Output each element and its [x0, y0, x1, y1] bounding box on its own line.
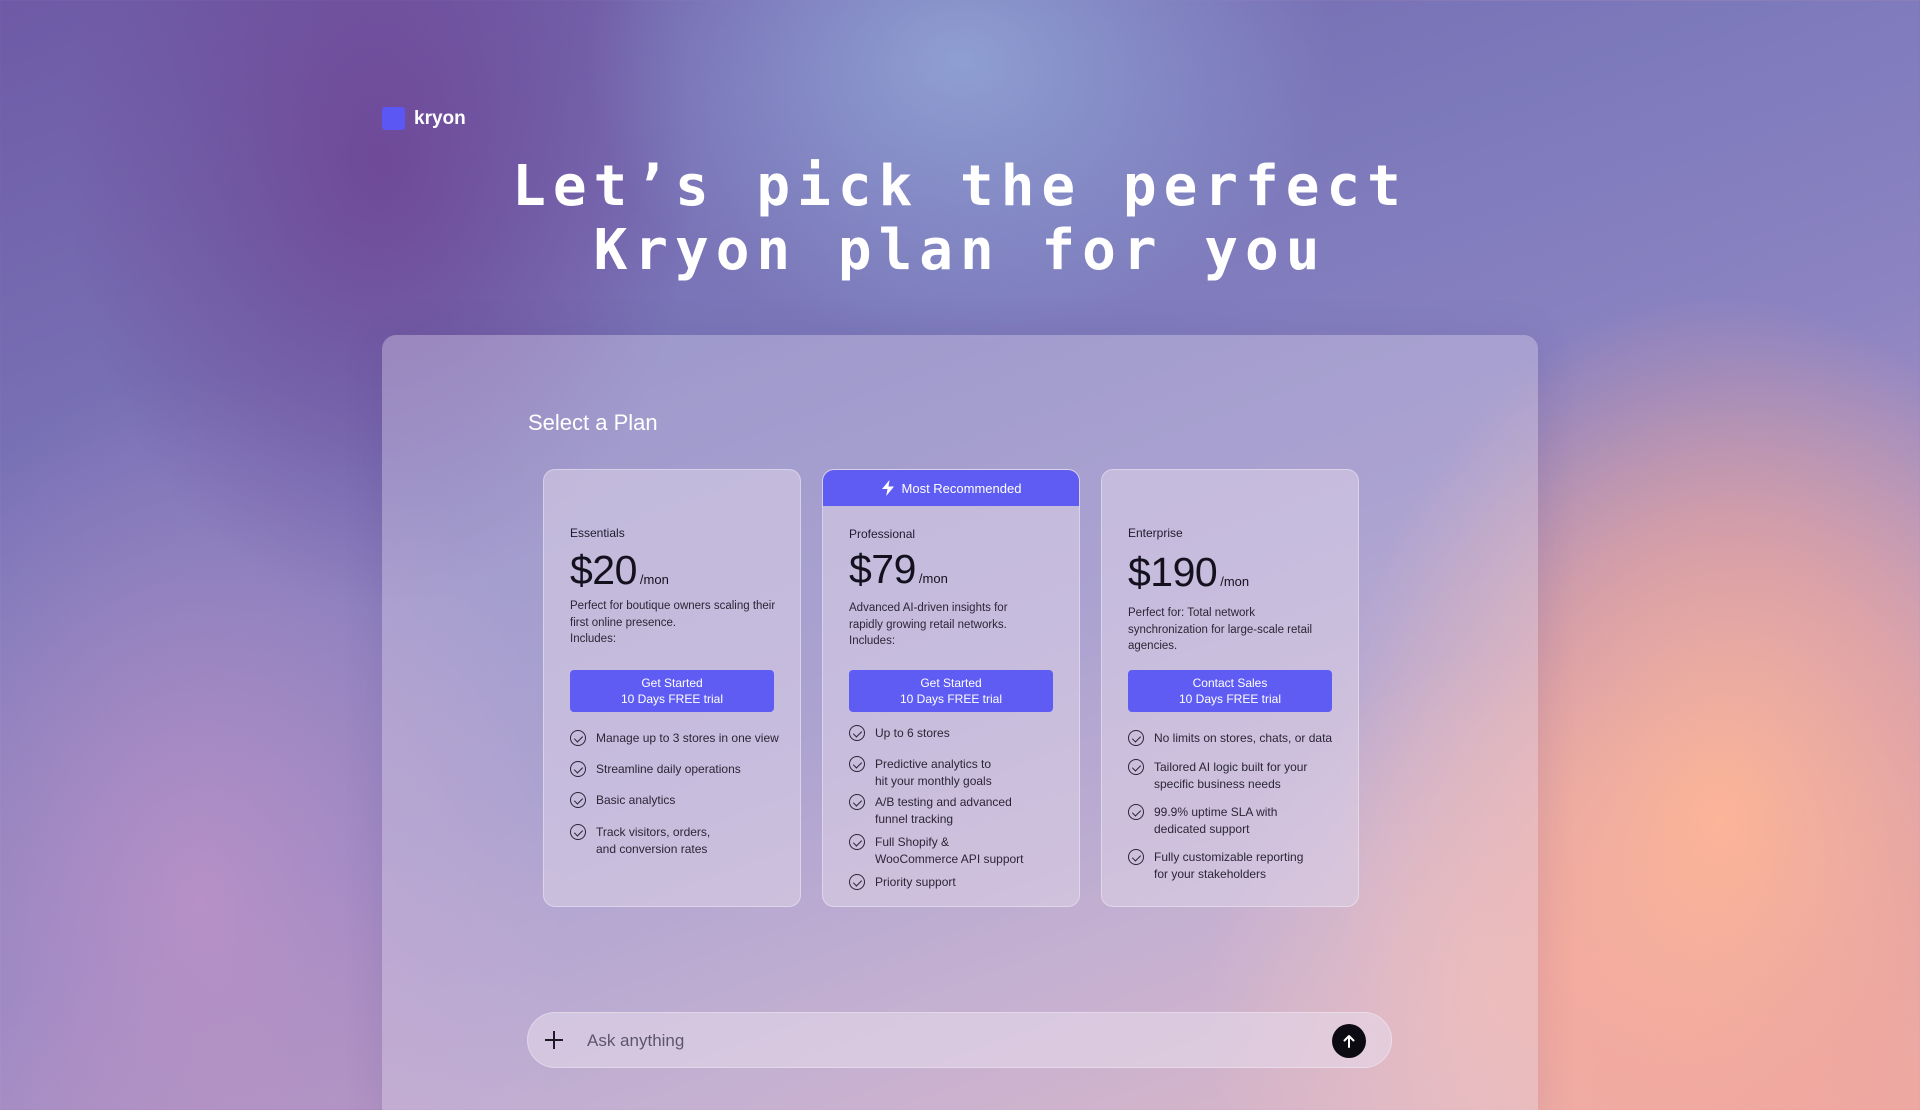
plan-period: /mon [639, 572, 669, 587]
feature-item: A/B testing and advanced funnel tracking [849, 794, 1079, 828]
badge-label: Most Recommended [901, 480, 1022, 496]
feature-item: Streamline daily operations [570, 761, 800, 778]
heading-line-2: Kryon plan for you [593, 218, 1327, 283]
send-button[interactable] [1332, 1024, 1366, 1058]
feature-item: Manage up to 3 stores in one view [570, 730, 800, 747]
feature-text: Basic analytics [596, 793, 676, 807]
brand-logo[interactable]: kryon [382, 107, 466, 130]
description-line: agencies. [1128, 640, 1178, 652]
feature-text: A/B testing and advanced funnel tracking [875, 795, 1012, 826]
feature-item: Up to 6 stores [849, 725, 1079, 742]
feature-text: Priority support [875, 875, 956, 889]
plan-description: Perfect for: Total network synchronizati… [1128, 605, 1343, 655]
feature-item: Basic analytics [570, 792, 800, 809]
check-circle-icon [849, 756, 865, 772]
feature-text: Streamline daily operations [596, 762, 741, 776]
plan-card-professional: Most Recommended Professional $79 /mon A… [822, 469, 1080, 907]
description-line: Perfect for: Total network [1128, 607, 1255, 619]
feature-item: Tailored AI logic built for your specifi… [1128, 759, 1358, 793]
chat-input[interactable] [587, 1025, 1287, 1057]
feature-item: Predictive analytics to hit your monthly… [849, 756, 1079, 790]
arrow-up-icon [1343, 1035, 1355, 1048]
feature-item: Full Shopify & WooCommerce API support [849, 834, 1079, 868]
chat-bar [527, 1012, 1392, 1068]
most-recommended-badge: Most Recommended [823, 470, 1079, 506]
plan-price-row: $190 /mon [1128, 549, 1249, 596]
plan-price: $79 [849, 546, 916, 592]
check-circle-icon [849, 794, 865, 810]
feature-text: Full Shopify & WooCommerce API support [875, 835, 1024, 866]
feature-text: Fully customizable reporting for your st… [1154, 850, 1304, 881]
plan-period: /mon [1220, 574, 1250, 589]
feature-text: 99.9% uptime SLA with dedicated support [1154, 805, 1278, 836]
check-circle-icon [1128, 759, 1144, 775]
check-circle-icon [1128, 804, 1144, 820]
feature-item: Fully customizable reporting for your st… [1128, 849, 1358, 883]
feature-text: Predictive analytics to hit your monthly… [875, 757, 992, 788]
description-line: Advanced AI-driven insights for [849, 602, 1008, 614]
plan-price-row: $79 /mon [849, 546, 948, 593]
check-circle-icon [570, 824, 586, 840]
plan-name: Enterprise [1128, 526, 1183, 540]
get-started-button[interactable]: Get Started 10 Days FREE trial [570, 670, 774, 712]
check-circle-icon [849, 834, 865, 850]
section-title: Select a Plan [528, 410, 658, 435]
plan-period: /mon [918, 571, 948, 586]
button-label: Get Started [920, 676, 982, 690]
heading-line-1: Let’s pick the perfect [512, 154, 1408, 219]
description-line: Includes: [849, 635, 896, 647]
check-circle-icon [849, 874, 865, 890]
check-circle-icon [1128, 730, 1144, 746]
feature-item: No limits on stores, chats, or data [1128, 730, 1358, 747]
button-label: Get Started [641, 676, 703, 690]
feature-text: No limits on stores, chats, or data [1154, 731, 1333, 745]
button-sublabel: 10 Days FREE trial [899, 692, 1003, 706]
logo-square-icon [382, 107, 405, 130]
plan-card-essentials: Essentials $20 /mon Perfect for boutique… [543, 469, 801, 907]
feature-text: Manage up to 3 stores in one view [596, 731, 779, 745]
description-line: rapidly growing retail networks. [849, 618, 1007, 631]
description-line: Perfect for boutique owners scaling thei… [570, 600, 776, 612]
plan-description: Advanced AI-driven insights for rapidly … [849, 600, 1064, 650]
feature-item: Priority support [849, 874, 1079, 891]
description-line: synchronization for large-scale retail [1128, 623, 1313, 636]
plus-icon[interactable] [543, 1029, 565, 1051]
feature-text: Tailored AI logic built for your specifi… [1154, 760, 1308, 791]
button-label: Contact Sales [1192, 676, 1268, 690]
check-circle-icon [570, 730, 586, 746]
check-circle-icon [570, 761, 586, 777]
contact-sales-button[interactable]: Contact Sales 10 Days FREE trial [1128, 670, 1332, 712]
plan-description: Perfect for boutique owners scaling thei… [570, 598, 785, 648]
check-circle-icon [1128, 849, 1144, 865]
plan-name: Professional [849, 527, 916, 541]
lightning-icon [881, 480, 894, 496]
get-started-button[interactable]: Get Started 10 Days FREE trial [849, 670, 1053, 712]
button-sublabel: 10 Days FREE trial [1178, 692, 1282, 706]
description-line: first online presence. [570, 616, 677, 629]
description-line: Includes: [570, 633, 617, 645]
plan-price-row: $20 /mon [570, 547, 669, 594]
check-circle-icon [849, 725, 865, 741]
plan-price: $20 [570, 547, 637, 593]
check-circle-icon [570, 792, 586, 808]
feature-text: Up to 6 stores [875, 726, 950, 740]
feature-item: Track visitors, orders, and conversion r… [570, 824, 800, 858]
button-sublabel: 10 Days FREE trial [620, 692, 724, 706]
page-heading: Let’s pick the perfect Kryon plan for yo… [0, 155, 1920, 283]
brand-name: kryon [414, 107, 466, 129]
feature-item: 99.9% uptime SLA with dedicated support [1128, 804, 1358, 838]
plan-name: Essentials [570, 526, 625, 540]
feature-text: Track visitors, orders, and conversion r… [596, 825, 711, 856]
plan-card-enterprise: Enterprise $190 /mon Perfect for: Total … [1101, 469, 1359, 907]
plan-price: $190 [1128, 549, 1218, 595]
